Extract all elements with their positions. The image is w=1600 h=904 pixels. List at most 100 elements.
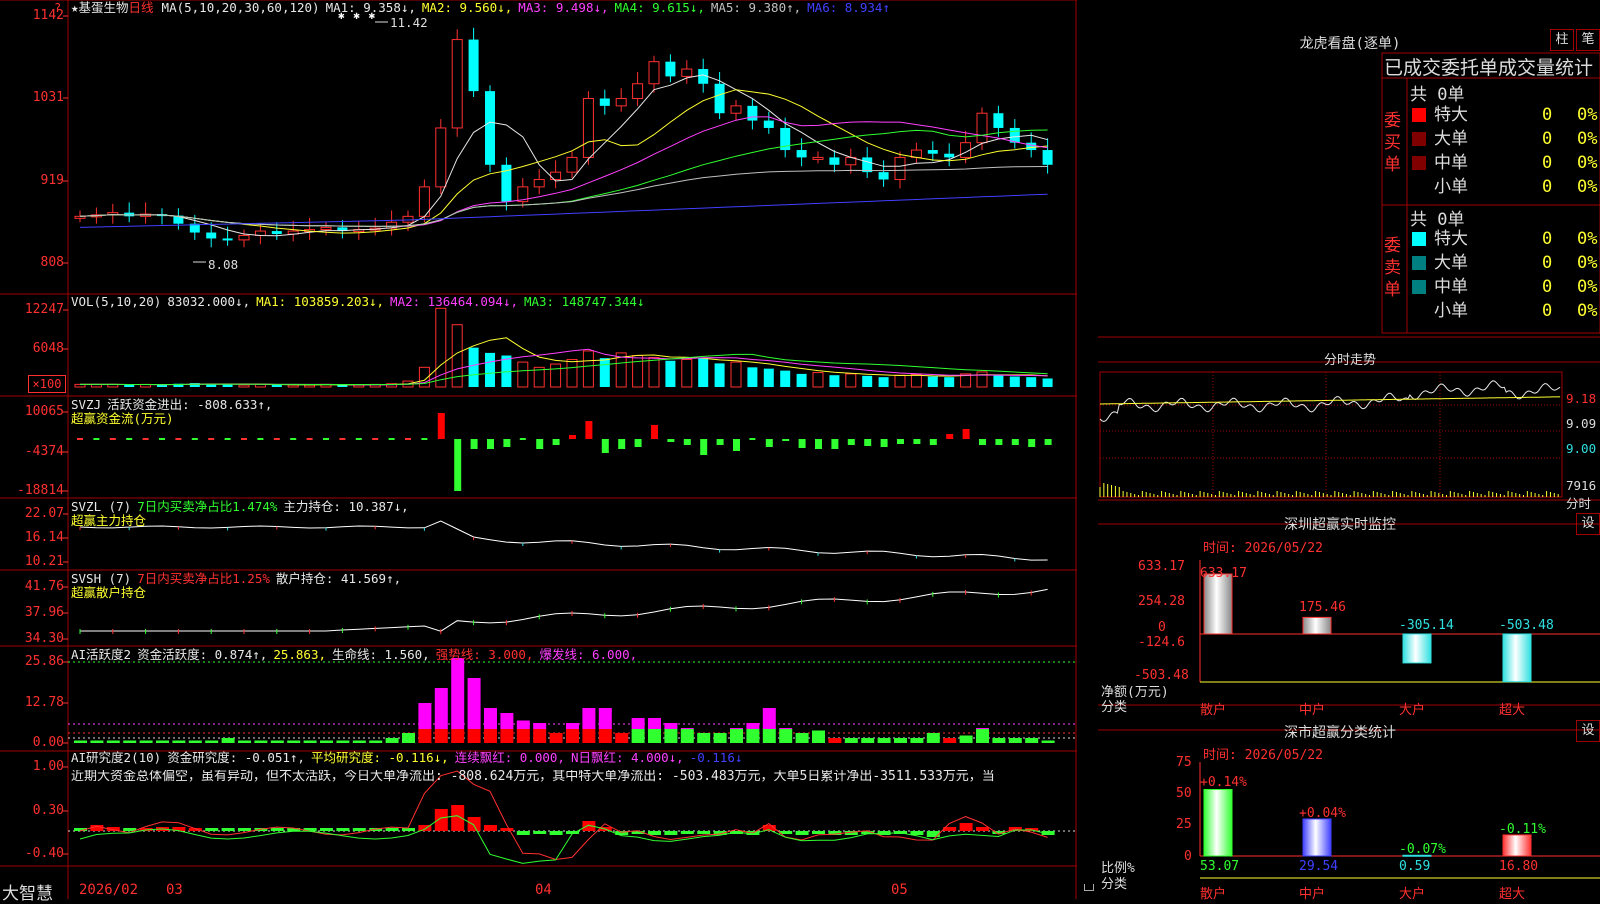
svsh-axis-3: 34.30 xyxy=(24,631,64,646)
act-base-bar xyxy=(451,729,465,743)
act-base-bar xyxy=(680,729,694,743)
act-top-bar xyxy=(484,708,497,729)
classify-settings-button[interactable]: 设 xyxy=(1576,720,1600,742)
act-base-bar xyxy=(74,740,87,743)
act-base-bar xyxy=(156,740,169,743)
act-base-bar xyxy=(516,729,530,743)
svzj-tick xyxy=(93,438,100,440)
vol-bar-up xyxy=(648,356,660,388)
monitor-value-0: 633.17 xyxy=(1200,566,1247,581)
res-bar xyxy=(221,828,235,831)
ai-res-axis-3: -0.40 xyxy=(24,846,64,861)
vol-bar-down xyxy=(1009,376,1020,387)
date-label-3: 04 xyxy=(535,882,552,898)
monitor-bar-1 xyxy=(1302,616,1332,635)
svzj-legend: SVZJ 活跃资金进出: -808.633↑, xyxy=(71,398,278,412)
vol-bar-down xyxy=(862,375,873,387)
lock-icon[interactable] xyxy=(1084,884,1094,891)
candle-body-down xyxy=(485,91,495,165)
act-base-bar xyxy=(894,738,907,743)
svzj-tick xyxy=(142,438,149,440)
act-base-bar xyxy=(287,740,301,743)
act-base-bar xyxy=(106,740,120,743)
classify-axis-3: 0 xyxy=(1184,849,1192,864)
vol-unit-badge[interactable]: ×100 xyxy=(28,375,66,393)
res-bar xyxy=(910,831,924,835)
monitor-axis-3: -124.6 xyxy=(1138,635,1185,650)
res-bar xyxy=(402,828,415,831)
main-legend-item-2: MA2: 9.560↓, xyxy=(421,0,513,15)
act-base-bar xyxy=(221,738,235,743)
period-label[interactable]: 日线 xyxy=(129,0,154,15)
svzj-bar xyxy=(929,439,937,445)
monitor-bar-0 xyxy=(1203,573,1233,635)
svsh-legend-2: 超赢散户持仓 xyxy=(71,585,147,600)
monitor-axis-1: 254.28 xyxy=(1138,594,1185,609)
buy-swatch xyxy=(1412,132,1426,146)
main-legend-item-3: MA3: 9.498↓, xyxy=(518,0,609,15)
monitor-settings-button[interactable]: 设 xyxy=(1576,513,1600,535)
act-base-bar xyxy=(713,733,727,743)
candle-body-up xyxy=(976,112,988,144)
monitor-bar-3 xyxy=(1502,633,1532,683)
sell-count: 0 xyxy=(1542,277,1553,297)
act-top-bar xyxy=(779,728,793,729)
vol-bar-down xyxy=(157,385,167,387)
ai-res-legend-item-2: 平均研究度: -0.116↓, xyxy=(310,750,449,765)
svzj-bar xyxy=(618,439,626,449)
svsh-axis-2: 37.96 xyxy=(24,605,64,620)
act-base-bar xyxy=(762,729,776,743)
svzj-tick xyxy=(519,438,526,440)
buy-swatch xyxy=(1412,108,1426,122)
act-top-bar xyxy=(418,703,432,729)
act-top-bar xyxy=(730,728,743,729)
svzl-line xyxy=(79,520,1048,561)
candle-body-up xyxy=(566,156,578,173)
chart-menu-icon[interactable]: ? xyxy=(54,1,61,15)
act-base-bar xyxy=(1041,740,1055,743)
longhu-tick-button[interactable]: 笔 xyxy=(1576,29,1600,51)
svzj-tick xyxy=(421,438,428,440)
intraday-vol-unit: 分时 xyxy=(1566,496,1592,511)
vol-bar-up xyxy=(632,355,644,388)
act-base-bar xyxy=(270,740,284,743)
act-base-bar xyxy=(385,738,399,743)
classify-axis-2: 25 xyxy=(1176,817,1192,832)
svzj-tick xyxy=(159,438,165,440)
candle-body-up xyxy=(582,97,594,158)
buy-name: 特大 xyxy=(1434,105,1468,125)
main-legend-item-4: MA4: 9.615↓, xyxy=(614,0,705,15)
candle-body-up xyxy=(320,226,332,231)
ai-act-legend-item-2: 25.863, xyxy=(273,647,326,662)
res-bar xyxy=(352,828,366,831)
candle-body-down xyxy=(927,150,938,154)
star-markers: ✱ ✱ ✱ xyxy=(338,9,377,22)
svzl-legend-2: 超赢主力持仓 xyxy=(71,513,147,528)
monitor-axis-0: 633.17 xyxy=(1138,559,1185,574)
sell-count: 0 xyxy=(1542,253,1553,273)
act-base-bar xyxy=(205,740,219,743)
res-bar xyxy=(795,831,809,835)
monitor-axis-4: -503.48 xyxy=(1134,668,1189,683)
main-chart-area[interactable]: ★基蛋生物日线 MA(5,10,20,30,60,120) MA1: 9.358↓,… xyxy=(0,0,1094,904)
act-base-bar xyxy=(779,729,793,743)
buy-percent: 0% xyxy=(1577,105,1598,125)
vol-bar-down xyxy=(763,368,774,387)
longhu-bar-button[interactable]: 柱 xyxy=(1550,29,1574,51)
svzj-bar xyxy=(667,439,675,442)
date-label-2: 03 xyxy=(166,882,183,898)
svzj-bar xyxy=(979,439,986,445)
act-base-bar xyxy=(467,729,481,743)
vol-bar-up xyxy=(910,374,922,388)
vol-legend-item-0: VOL(5,10,20) xyxy=(71,294,162,309)
stock-name[interactable]: ★基蛋生物 xyxy=(71,0,129,15)
res-bar xyxy=(205,828,219,831)
candle-body-down xyxy=(763,120,774,128)
monitor-title: 深圳超赢实时监控 xyxy=(1284,517,1396,533)
candle-body-up xyxy=(632,83,644,99)
candle-body-down xyxy=(993,113,1004,128)
classify-cat-3: 超大 xyxy=(1499,887,1526,902)
vol-bar-down xyxy=(1026,377,1037,387)
classify-axis-1: 50 xyxy=(1176,786,1192,801)
res-bar xyxy=(467,817,481,831)
